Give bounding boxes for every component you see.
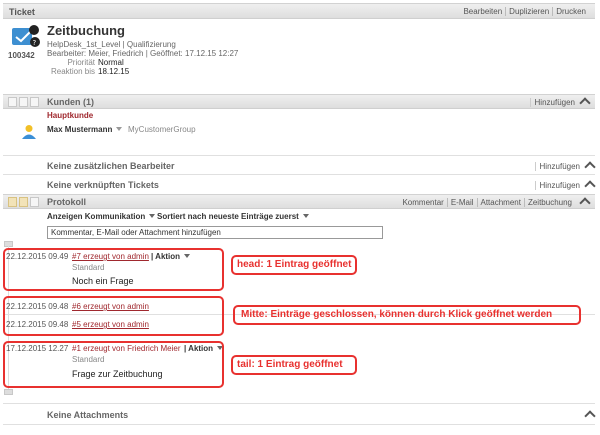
duplicate-link[interactable]: Duplizieren	[505, 7, 553, 16]
linked-tickets-title: Keine verknüpften Tickets	[47, 180, 159, 190]
customer-name[interactable]: Max Mustermann	[47, 125, 123, 134]
edit-link[interactable]: Bearbeiten	[460, 7, 505, 16]
head-callout-box	[3, 248, 224, 291]
svg-text:?: ?	[33, 39, 37, 47]
attachments-actions	[580, 410, 596, 422]
filter-show[interactable]: Anzeigen Kommunikation	[47, 212, 156, 221]
ticket-icon: ?	[10, 25, 40, 47]
ticket-title: Zeitbuchung	[47, 23, 125, 38]
ticket-agent-line: Bearbeiter: Meier, Friedrich | Geöffnet:…	[47, 49, 239, 58]
collapse-icon[interactable]	[584, 161, 596, 173]
view-toggle-icons[interactable]	[8, 197, 44, 207]
print-link[interactable]: Drucken	[552, 7, 589, 16]
collapse-icon[interactable]	[584, 180, 596, 192]
extra-agents-actions: Hinzufügen	[533, 161, 596, 173]
reaction-value: 18.12.15	[98, 67, 130, 76]
extra-agents-title: Keine zusätzlichen Bearbeiter	[47, 161, 175, 171]
customers-add-link[interactable]: Hinzufügen	[529, 98, 575, 107]
email-link[interactable]: E-Mail	[446, 198, 477, 207]
divider	[3, 424, 595, 425]
ticket-header-bar: Ticket Bearbeiten Duplizieren Drucken	[3, 3, 595, 19]
linked-tickets-actions: Hinzufügen	[533, 180, 596, 192]
collapse-icon[interactable]	[579, 197, 591, 209]
main-customer-label: Hauptkunde	[47, 111, 94, 120]
divider	[3, 155, 595, 156]
comment-link[interactable]: Kommentar	[399, 198, 446, 207]
filter-show-label[interactable]: Anzeigen Kommunikation	[47, 212, 145, 221]
collapse-icon[interactable]	[584, 410, 596, 422]
ticket-actions: Bearbeiten Duplizieren Drucken	[460, 7, 589, 16]
new-entry-input[interactable]: Kommentar, E-Mail oder Attachment hinzuf…	[47, 226, 383, 239]
extra-agents-add-link[interactable]: Hinzufügen	[534, 162, 580, 171]
customer-avatar-icon	[22, 124, 36, 140]
chevron-down-icon[interactable]	[149, 214, 156, 218]
linked-tickets-add-link[interactable]: Hinzufügen	[534, 181, 580, 190]
priority-label: Priorität	[67, 58, 95, 67]
protocol-bar: Protokoll Kommentar E-Mail Attachment Zeitb…	[3, 194, 595, 209]
ticket-bar-title: Ticket	[9, 7, 35, 17]
middle-callout-box	[3, 296, 224, 336]
chevron-down-icon[interactable]	[302, 214, 309, 218]
new-entry-input-text[interactable]: Kommentar, E-Mail oder Attachment hinzuf…	[51, 228, 221, 237]
customers-bar: Kunden (1) Hinzufügen	[3, 94, 595, 109]
attachment-link[interactable]: Attachment	[476, 198, 524, 207]
priority-value: Normal	[98, 58, 124, 67]
attachments-title: Keine Attachments	[47, 410, 129, 420]
customer-name-text[interactable]: Max Mustermann	[47, 125, 112, 134]
filter-sort-label[interactable]: Sortiert nach neueste Einträge zuerst	[157, 212, 299, 221]
customers-actions: Hinzufügen	[528, 97, 591, 109]
customer-menu-icon[interactable]	[116, 127, 123, 131]
reaction-label: Reaktion bis	[50, 67, 95, 76]
ticket-group-line: HelpDesk_1st_Level | Qualifizierung	[47, 40, 176, 49]
divider	[3, 403, 595, 404]
tail-label: tail: 1 Eintrag geöffnet	[237, 359, 343, 370]
protocol-title: Protokoll	[47, 197, 87, 207]
customers-title: Kunden (1)	[47, 97, 94, 107]
divider	[3, 174, 595, 175]
middle-label: Mitte: Einträge geschlossen, können durc…	[241, 309, 553, 320]
ticket-number: 100342	[8, 51, 35, 60]
view-toggle-icons[interactable]	[8, 97, 44, 107]
tail-callout-box	[3, 341, 224, 388]
timeline-cap	[4, 389, 13, 395]
collapse-icon[interactable]	[579, 97, 591, 109]
customer-group: MyCustomerGroup	[128, 125, 196, 134]
time-booking-link[interactable]: Zeitbuchung	[523, 198, 575, 207]
protocol-actions: Kommentar E-Mail Attachment Zeitbuchung	[399, 197, 591, 209]
filter-sort[interactable]: Sortiert nach neueste Einträge zuerst	[157, 212, 309, 221]
head-label: head: 1 Eintrag geöffnet	[237, 259, 352, 270]
